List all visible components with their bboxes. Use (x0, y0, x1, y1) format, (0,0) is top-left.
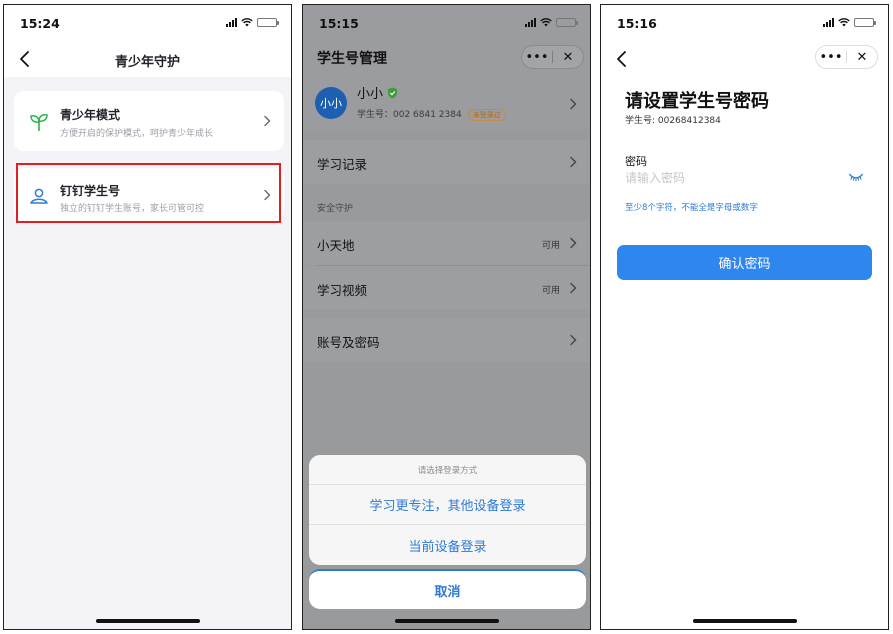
more-button[interactable]: ••• (522, 46, 552, 68)
study-records-row[interactable]: 学习记录 (303, 140, 590, 184)
profile-student-id: 学生号：002 6841 2384 未登录过 (357, 107, 506, 121)
home-indicator (95, 619, 200, 623)
phone-screen-teen-guard: 15:24 青少年守护 青少年模式 方便开启的保护模式，呵护青少年成长 钉钉学生… (3, 4, 292, 630)
home-indicator (394, 619, 499, 623)
battery-icon (854, 18, 876, 27)
student-id: 学生号: 00268412384 (625, 116, 721, 126)
card-title: 青少年模式 (60, 108, 121, 122)
cellular-signal-icon (226, 18, 237, 27)
student-icon (30, 188, 48, 204)
page-title: 请设置学生号密码 (625, 91, 769, 112)
page-title: 青少年守护 (114, 55, 180, 70)
system-icons (823, 18, 876, 27)
close-button[interactable]: ✕ (847, 46, 877, 68)
chevron-right-icon (570, 98, 577, 110)
home-indicator (692, 619, 797, 623)
study-video-row[interactable]: 学习视频 可用 (303, 266, 590, 309)
status-time: 15:16 (617, 16, 657, 31)
wifi-icon (838, 18, 850, 27)
navigation-bar: 青少年守护 (4, 41, 291, 77)
student-id-text: 学生号：002 6841 2384 (357, 110, 462, 120)
chevron-right-icon (570, 237, 577, 249)
card-subtitle: 方便开启的保护模式，呵护青少年成长 (60, 129, 214, 139)
focus-login-option[interactable]: 学习更专注，其他设备登录 (309, 485, 586, 525)
row-value: 可用 (541, 241, 560, 251)
chevron-right-icon (570, 282, 577, 294)
chevron-right-icon (264, 189, 271, 201)
chevron-right-icon (570, 334, 577, 346)
password-label: 密码 (625, 155, 647, 168)
phone-screen-set-password: 15:16 ••• ✕ 请设置学生号密码 学生号: 00268412384 密码… (600, 4, 889, 630)
status-time: 15:24 (20, 16, 60, 31)
close-button[interactable]: ✕ (553, 46, 583, 68)
card-title: 钉钉学生号 (60, 184, 121, 198)
confirm-password-button[interactable]: 确认密码 (617, 245, 872, 280)
system-icons (525, 18, 578, 27)
section-header: 安全守护 (317, 204, 354, 214)
row-value: 可用 (541, 286, 560, 296)
profile-row[interactable]: 小小 小小 学生号：002 6841 2384 未登录过 (303, 77, 590, 129)
teen-mode-card[interactable]: 青少年模式 方便开启的保护模式，呵护青少年成长 (14, 91, 284, 151)
mini-program-capsule: ••• ✕ (521, 45, 584, 69)
back-arrow-icon[interactable] (613, 49, 631, 69)
sprout-icon (30, 114, 48, 131)
mini-program-capsule: ••• ✕ (815, 45, 878, 69)
status-time: 15:15 (319, 16, 359, 31)
row-label: 学习视频 (317, 283, 368, 298)
current-device-login-option[interactable]: 当前设备登录 (309, 525, 586, 565)
cellular-signal-icon (525, 18, 536, 27)
page-title: 学生号管理 (317, 51, 387, 67)
profile-name: 小小 (357, 87, 384, 102)
not-logged-in-badge: 未登录过 (467, 109, 506, 121)
card-subtitle: 独立的钉钉学生账号，家长可管可控 (60, 204, 205, 214)
account-password-row[interactable]: 账号及密码 (303, 318, 590, 362)
xiaotiandi-row[interactable]: 小天地 可用 (303, 221, 590, 265)
row-label: 小天地 (317, 238, 355, 253)
battery-icon (257, 18, 279, 27)
system-icons (226, 18, 279, 27)
row-label: 学习记录 (317, 157, 368, 172)
cellular-signal-icon (823, 18, 834, 27)
avatar: 小小 (315, 87, 347, 119)
chevron-right-icon (570, 156, 577, 168)
verified-shield-icon (388, 87, 398, 98)
row-label: 账号及密码 (317, 335, 380, 350)
wifi-icon (241, 18, 253, 27)
profile-name-line: 小小 (357, 83, 398, 102)
chevron-right-icon (264, 115, 271, 127)
wifi-icon (540, 18, 552, 27)
student-account-card[interactable]: 钉钉学生号 独立的钉钉学生账号，家长可管可控 (14, 168, 284, 221)
eye-closed-icon[interactable] (848, 171, 864, 183)
status-bar: 15:15 (303, 5, 590, 41)
status-bar: 15:16 (601, 5, 888, 41)
password-input[interactable] (625, 171, 825, 185)
password-hint: 至少8个字符，不能全是字母或数字 (625, 203, 758, 213)
battery-icon (556, 18, 578, 27)
phone-screen-student-account-management: 15:15 学生号管理 ••• ✕ 小小 小小 学生号：002 6841 238… (302, 4, 591, 630)
cancel-button[interactable]: 取消 (309, 569, 586, 609)
more-button[interactable]: ••• (816, 46, 846, 68)
login-method-action-sheet: 请选择登录方式 学习更专注，其他设备登录 当前设备登录 (309, 455, 586, 565)
status-bar: 15:24 (4, 5, 291, 41)
action-sheet-header: 请选择登录方式 (309, 455, 586, 485)
